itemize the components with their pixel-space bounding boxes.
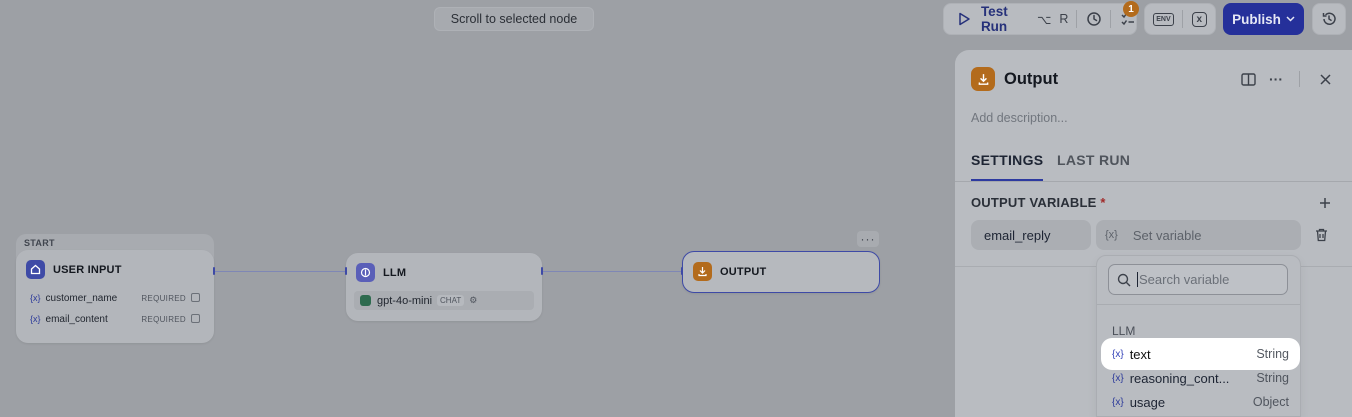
divider bbox=[955, 181, 1352, 182]
variables-group: ENV x bbox=[1144, 3, 1216, 35]
test-run-group: Test Run ⌥ R bbox=[943, 3, 1137, 35]
trash-icon[interactable] bbox=[1312, 226, 1330, 244]
variable-icon: {x} bbox=[1105, 229, 1118, 241]
output-icon bbox=[971, 67, 995, 91]
node-more-button[interactable]: ··· bbox=[857, 231, 879, 247]
output-icon bbox=[693, 262, 712, 281]
required-tag: REQUIRED bbox=[141, 293, 200, 303]
divider bbox=[1299, 71, 1300, 87]
search-icon bbox=[1117, 273, 1131, 286]
option-name: text bbox=[1129, 346, 1151, 362]
publish-label: Publish bbox=[1232, 11, 1281, 27]
add-variable-icon[interactable] bbox=[1316, 194, 1334, 212]
search-variable-input[interactable]: Search variable bbox=[1108, 264, 1288, 295]
variable-icon: {x} bbox=[30, 293, 41, 303]
node-title: USER INPUT bbox=[53, 263, 122, 276]
text-input-icon bbox=[191, 293, 200, 302]
tab-last-run[interactable]: LAST RUN bbox=[1057, 152, 1130, 168]
output-port[interactable] bbox=[213, 267, 215, 275]
model-row: gpt-4o-mini CHAT ⚙ bbox=[354, 291, 534, 310]
start-tag-label: START bbox=[24, 238, 55, 248]
openai-icon bbox=[360, 295, 371, 306]
divider bbox=[1097, 304, 1300, 305]
variable-option[interactable]: {x} usage Object bbox=[1101, 386, 1300, 417]
required-label: REQUIRED bbox=[141, 294, 186, 303]
book-icon[interactable] bbox=[1238, 70, 1258, 88]
play-icon[interactable] bbox=[956, 9, 973, 29]
variable-name: email_content bbox=[45, 313, 108, 325]
shortcut-modifier: ⌥ bbox=[1037, 12, 1052, 27]
llm-icon bbox=[356, 263, 375, 282]
history-icon bbox=[1322, 12, 1336, 25]
version-history-button[interactable] bbox=[1312, 3, 1346, 35]
divider bbox=[955, 266, 1096, 267]
option-type: String bbox=[1256, 371, 1289, 385]
option-type: Object bbox=[1252, 395, 1289, 409]
description-input[interactable]: Add description... bbox=[971, 111, 1068, 125]
group-label: LLM bbox=[1112, 324, 1136, 338]
model-name: gpt-4o-mini bbox=[377, 294, 433, 307]
divider bbox=[1301, 266, 1352, 267]
close-icon[interactable] bbox=[1315, 70, 1335, 88]
scroll-to-selected-node-button[interactable]: Scroll to selected node bbox=[434, 7, 594, 31]
required-marker: * bbox=[1100, 195, 1106, 210]
edge-start-llm bbox=[214, 271, 346, 272]
option-type: String bbox=[1256, 347, 1289, 361]
edge-llm-output bbox=[542, 271, 683, 272]
variable-row: {x} email_content REQUIRED bbox=[24, 310, 206, 328]
section-label-text: OUTPUT VARIABLE bbox=[971, 195, 1097, 210]
node-title: LLM bbox=[383, 266, 407, 279]
option-name: usage bbox=[1129, 394, 1166, 410]
env-icon[interactable]: ENV bbox=[1153, 12, 1174, 26]
panel-title[interactable]: Output bbox=[1004, 70, 1058, 89]
output-port[interactable] bbox=[541, 267, 543, 275]
variable-icon: {x} bbox=[1112, 348, 1124, 360]
test-run-button[interactable]: Test Run bbox=[981, 4, 1029, 34]
variable-name: customer_name bbox=[45, 292, 118, 304]
model-settings-icon[interactable]: ⚙ bbox=[469, 295, 477, 306]
user-input-node[interactable]: USER INPUT {x} customer_name REQUIRED {x… bbox=[16, 250, 214, 343]
tab-settings[interactable]: SETTINGS bbox=[971, 152, 1044, 181]
variable-selector[interactable]: {x} Set variable bbox=[1096, 220, 1301, 250]
output-node[interactable]: OUTPUT bbox=[682, 251, 880, 293]
publish-button[interactable]: Publish bbox=[1223, 3, 1304, 35]
chevron-down-icon bbox=[1286, 16, 1295, 22]
input-port[interactable] bbox=[345, 267, 347, 275]
input-port[interactable] bbox=[681, 267, 683, 275]
required-tag: REQUIRED bbox=[141, 314, 200, 324]
home-icon bbox=[26, 260, 45, 279]
shortcut-key: R bbox=[1059, 12, 1069, 26]
run-history-icon[interactable] bbox=[1085, 9, 1102, 29]
required-label: REQUIRED bbox=[141, 315, 186, 324]
option-name: reasoning_cont... bbox=[1129, 370, 1230, 386]
mode-tag: CHAT bbox=[437, 295, 465, 306]
variable-name-input[interactable]: email_reply bbox=[971, 220, 1091, 250]
variable-row: {x} customer_name REQUIRED bbox=[24, 289, 206, 307]
variable-icon: {x} bbox=[1112, 372, 1124, 384]
divider bbox=[1110, 10, 1112, 28]
variable-icon: {x} bbox=[30, 314, 41, 324]
llm-node[interactable]: LLM gpt-4o-mini CHAT ⚙ bbox=[346, 253, 542, 321]
variable-icon: {x} bbox=[1112, 396, 1124, 408]
section-label: OUTPUT VARIABLE * bbox=[971, 195, 1106, 210]
conversation-variable-icon[interactable]: x bbox=[1191, 11, 1207, 27]
search-placeholder: Search variable bbox=[1137, 272, 1230, 287]
variable-placeholder: Set variable bbox=[1132, 227, 1202, 243]
more-icon[interactable]: ··· bbox=[1266, 70, 1286, 88]
checklist-badge: 1 bbox=[1123, 1, 1139, 17]
divider bbox=[1076, 10, 1078, 28]
node-title: OUTPUT bbox=[720, 265, 767, 278]
divider bbox=[1182, 10, 1184, 28]
paragraph-icon bbox=[191, 314, 200, 323]
